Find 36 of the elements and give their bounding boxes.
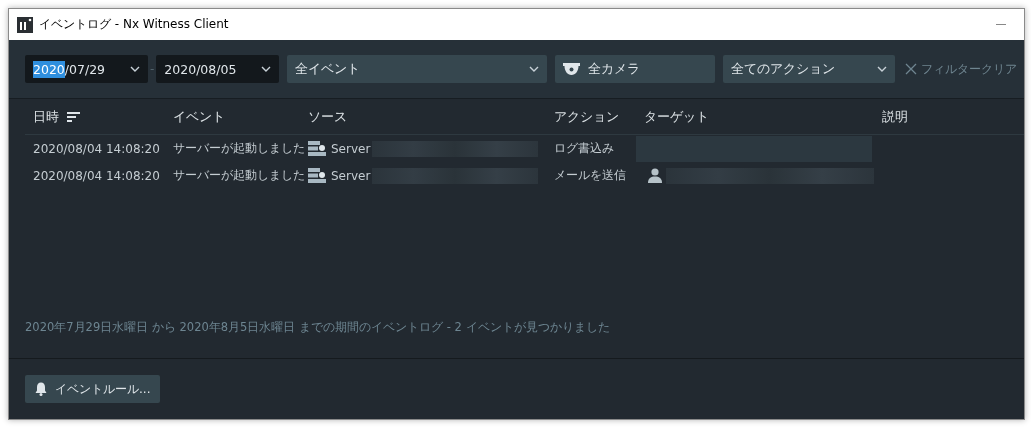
date-separator: - (150, 62, 155, 76)
table-cell: メールを送信 (554, 167, 626, 184)
chevron-down-icon (130, 66, 140, 72)
column-header[interactable]: 日時 (33, 107, 59, 126)
sort-icon[interactable] (67, 111, 80, 122)
server-icon (308, 168, 326, 183)
column-header[interactable]: ターゲット (644, 107, 709, 126)
table-cell: ログ書込み (554, 140, 614, 157)
date-to-field[interactable]: 2020/08/05 (156, 55, 280, 83)
status-text: 2020年7月29日水曜日 から 2020年8月5日水曜日 までの期間のイベントログ - 2 イベントが見つかりました (25, 320, 610, 334)
column-header[interactable]: 説明 (882, 107, 908, 126)
server-icon (308, 141, 326, 156)
chevron-down-icon (529, 66, 540, 72)
date-from-field[interactable]: 2020/07/29 (25, 55, 148, 83)
dome-camera-icon (563, 62, 581, 76)
action-type-dropdown[interactable]: 全てのアクション (723, 55, 896, 83)
table-cell: Server (331, 141, 371, 156)
table-cell: 2020/08/04 14:08:20 (33, 141, 160, 156)
event-type-dropdown[interactable]: 全イベント (287, 55, 548, 83)
event-rules-button[interactable]: イベントルール... (25, 375, 161, 403)
chevron-down-icon (877, 66, 888, 72)
table-cell: 2020/08/04 14:08:20 (33, 168, 160, 183)
app-logo-icon (17, 16, 33, 33)
window-title: イベントログ - Nx Witness Client (39, 16, 229, 33)
chevron-down-icon (261, 66, 272, 72)
camera-select-button[interactable]: 全カメラ (555, 55, 716, 83)
close-icon (905, 63, 918, 75)
column-header[interactable]: ソース (308, 107, 347, 126)
bell-icon (35, 382, 47, 396)
column-header[interactable]: イベント (173, 107, 225, 126)
column-header[interactable]: アクション (554, 107, 619, 126)
table-cell: サーバーが起動しました (173, 140, 305, 157)
clear-filter-button[interactable]: フィルタークリア (905, 61, 1018, 77)
table-cell: Server (331, 168, 371, 183)
table-cell: サーバーが起動しました (173, 167, 305, 184)
user-icon (648, 168, 662, 183)
